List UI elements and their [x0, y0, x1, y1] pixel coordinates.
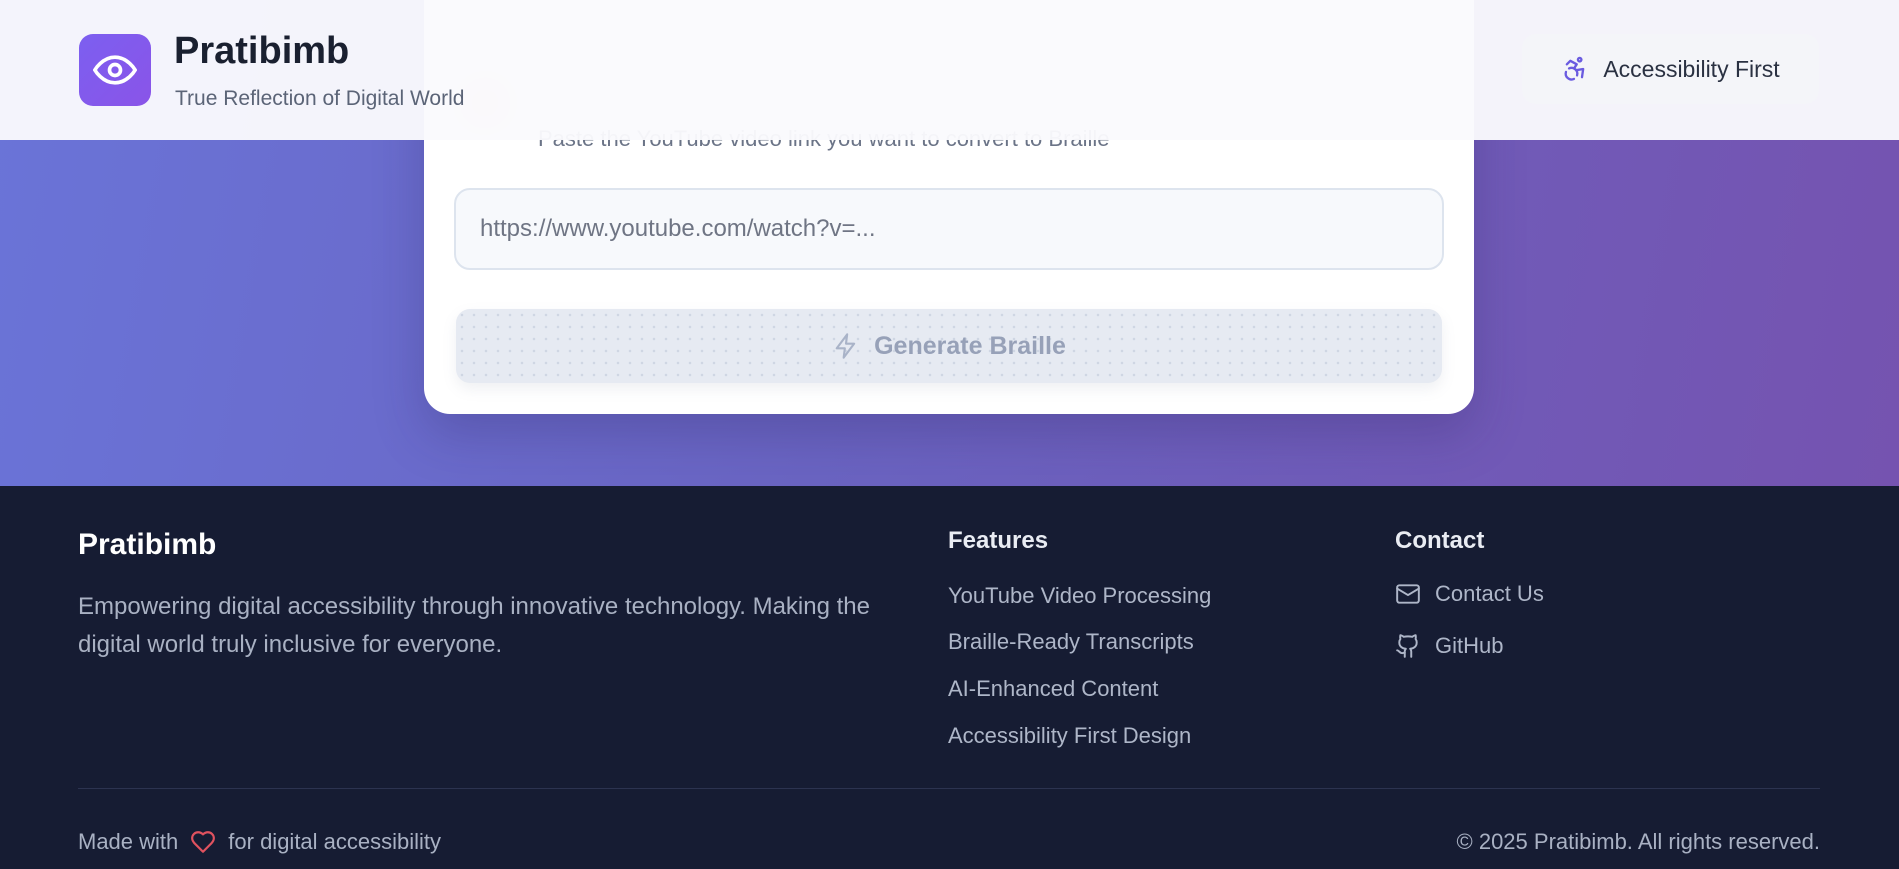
- contact-us-link[interactable]: Contact Us: [1395, 581, 1544, 607]
- accessibility-icon: [1564, 56, 1585, 81]
- feature-link-transcripts[interactable]: Braille-Ready Transcripts: [948, 629, 1194, 655]
- github-label: GitHub: [1435, 633, 1504, 658]
- feature-link-youtube[interactable]: YouTube Video Processing: [948, 583, 1211, 609]
- generate-braille-label: Generate Braille: [874, 331, 1066, 360]
- eye-icon: [93, 55, 137, 85]
- site-footer: Pratibimb Empowering digital accessibili…: [0, 486, 1899, 869]
- feature-link-ai[interactable]: AI-Enhanced Content: [948, 676, 1158, 702]
- mail-icon: [1396, 584, 1420, 604]
- logo[interactable]: [79, 34, 151, 106]
- footer-brand: Pratibimb: [78, 528, 217, 561]
- zap-icon: [835, 333, 856, 359]
- accessibility-first-button[interactable]: Accessibility First: [1522, 34, 1819, 104]
- made-with-note: Made with for digital accessibility: [78, 829, 441, 855]
- youtube-url-input[interactable]: [454, 188, 1444, 270]
- features-heading: Features: [948, 527, 1049, 554]
- footer-divider: [78, 788, 1820, 789]
- brand-tagline: True Reflection of Digital World: [175, 87, 465, 110]
- made-with-prefix: Made with: [78, 829, 179, 854]
- accessibility-first-label: Accessibility First: [1603, 55, 1780, 82]
- contact-heading: Contact: [1395, 527, 1485, 554]
- made-with-suffix: for digital accessibility: [228, 829, 442, 854]
- github-icon: [1396, 634, 1418, 658]
- heart-icon: [191, 831, 216, 853]
- site-header: Pratibimb True Reflection of Digital Wor…: [0, 0, 1899, 140]
- copyright-text: © 2025 Pratibimb. All rights reserved.: [1456, 829, 1820, 854]
- contact-us-label: Contact Us: [1435, 581, 1544, 606]
- generate-braille-button[interactable]: Generate Braille: [456, 309, 1442, 383]
- footer-description: Empowering digital accessibility through…: [78, 593, 870, 658]
- feature-link-design[interactable]: Accessibility First Design: [948, 723, 1191, 749]
- github-link[interactable]: GitHub: [1395, 633, 1503, 659]
- brand-name: Pratibimb: [174, 30, 350, 72]
